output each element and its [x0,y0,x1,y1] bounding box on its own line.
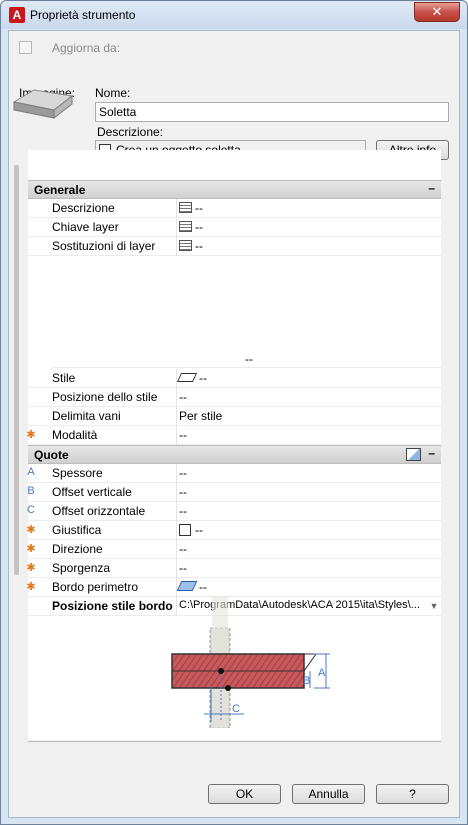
column-divider [176,388,177,407]
autocad-app-icon: A [9,7,25,23]
property-row[interactable]: Descrizione -- [28,199,441,218]
divider [28,741,441,742]
name-field[interactable]: Soletta [95,102,449,122]
column-divider [176,521,177,540]
style-preview-area: -- [52,256,441,368]
window-title: Proprietà strumento [30,8,136,22]
collapse-quote-icon[interactable]: – [428,446,435,460]
property-name: Direzione [52,542,103,556]
property-name: Offset orizzontale [52,504,146,518]
dimension-marker: B [27,485,35,497]
table-icon [179,240,192,251]
ok-button[interactable]: OK [208,784,281,804]
property-value: -- [179,239,203,253]
dimension-label-c: C [232,703,240,715]
property-row[interactable]: Delimita vani Per stile [28,407,441,426]
checkbox-icon [179,524,191,536]
column-divider [176,199,177,218]
style-preview-value: -- [245,352,253,366]
property-row[interactable]: A Spessore -- [27,464,441,483]
update-from-label: Aggiorna da: [52,41,121,55]
property-value: -- [179,523,203,537]
required-marker-icon: ✱ [26,524,36,536]
property-name: Descrizione [52,201,115,215]
property-name: Bordo perimetro [52,580,139,594]
required-marker-icon: ✱ [26,429,36,441]
property-value: -- [179,542,187,556]
cancel-button[interactable]: Annulla [292,784,365,804]
property-name: Giustifica [52,523,102,537]
property-value: -- [179,220,203,234]
edge-icon [176,581,198,591]
property-name: Sporgenza [52,561,111,575]
column-divider [176,540,177,559]
slab-dimension-diagram: A B C [171,596,330,728]
dimension-label-b: B [303,675,310,687]
group-header-generale[interactable]: Generale – [28,180,441,199]
required-marker-icon: ✱ [26,543,36,555]
column-divider [176,483,177,502]
property-value: -- [179,504,187,518]
palette-scrollbar[interactable] [14,165,19,575]
table-icon [179,221,192,232]
collapse-generale-icon[interactable]: – [428,181,435,195]
table-icon [179,202,192,213]
property-name: Sostituzioni di layer [52,239,156,253]
property-name: Spessore [52,466,103,480]
property-row[interactable]: Sostituzioni di layer -- [28,237,441,256]
property-value: -- [179,466,187,480]
close-button[interactable]: ✕ [414,2,460,22]
column-divider [176,426,177,445]
property-row[interactable]: ✱ Bordo perimetro -- [26,578,441,597]
required-marker-icon: ✱ [26,562,36,574]
property-row[interactable]: ✱ Direzione -- [26,540,441,559]
property-value: -- [179,485,187,499]
group-title-generale: Generale [34,183,86,197]
property-name: Offset verticale [52,485,132,499]
dimension-marker: C [27,504,35,516]
slab-preview-image [12,89,74,120]
name-label: Nome: [95,86,131,100]
property-value: -- [179,561,187,575]
property-row[interactable]: C Offset orizzontale -- [27,502,441,521]
property-row[interactable]: Stile -- [28,369,441,388]
property-name: Stile [52,371,76,385]
column-divider [176,369,177,388]
column-divider [176,218,177,237]
dimension-toggle-icon[interactable] [406,448,421,461]
description-label: Descrizione: [97,125,164,139]
required-marker-icon: ✱ [26,581,36,593]
column-divider [176,464,177,483]
property-value: -- [176,371,207,385]
column-divider [176,237,177,256]
title-bar: A Proprietà strumento ✕ [1,1,467,29]
column-divider [176,559,177,578]
dimension-label-a: A [318,667,326,679]
property-row[interactable]: ✱ Giustifica -- [26,521,441,540]
property-value: -- [179,428,187,442]
property-row[interactable]: ✱ Sporgenza -- [26,559,441,578]
help-button[interactable]: ? [376,784,449,804]
property-row[interactable]: Chiave layer -- [28,218,441,237]
update-from-checkbox[interactable] [19,41,32,54]
group-title-quote: Quote [34,448,69,462]
property-row[interactable]: Posizione dello stile -- [28,388,441,407]
property-value: -- [176,580,207,594]
property-value: Per stile [179,409,223,423]
slab-style-icon [176,373,198,382]
dimension-marker: A [27,466,35,478]
property-name: Delimita vani [52,409,121,423]
property-value: -- [179,390,187,404]
property-name: Chiave layer [52,220,119,234]
column-divider [176,407,177,426]
group-header-quote[interactable]: Quote – [28,445,441,464]
chevron-down-icon[interactable]: ▼ [427,597,441,615]
property-row[interactable]: ✱ Modalità -- [26,426,441,445]
property-name: Modalità [52,428,98,442]
property-value: -- [179,201,203,215]
property-name: Posizione dello stile [52,390,158,404]
property-row[interactable]: B Offset verticale -- [27,483,441,502]
column-divider [176,502,177,521]
property-name: Posizione stile bordo [52,599,173,613]
